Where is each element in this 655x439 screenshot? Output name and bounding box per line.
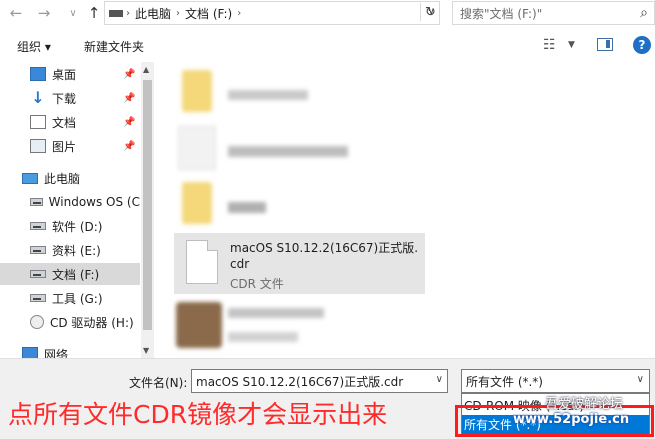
dialog-footer: 文件名(N): macOS S10.12.2(16C67)正式版.cdr ∨ 所… — [0, 358, 655, 439]
sidebar-item-cd-drive-h[interactable]: CD 驱动器 (H:) — [0, 311, 140, 333]
view-options-icon[interactable]: ☷ — [543, 37, 556, 53]
drive-icon — [30, 294, 46, 302]
pin-icon[interactable]: 📌 — [123, 117, 135, 128]
sidebar-item-label: 工具 (G:) — [52, 291, 103, 306]
preview-pane-icon[interactable] — [597, 38, 613, 51]
search-input[interactable]: 搜索"文档 (F:)" ⌕ — [452, 1, 655, 25]
navigation-pane: 桌面 📌 ↓ 下载 📌 文档 📌 图片 📌 此电脑 Windows OS (C … — [0, 62, 152, 358]
sidebar-item-network[interactable]: 网络 — [0, 343, 140, 358]
drive-icon — [30, 270, 46, 278]
drive-icon — [30, 222, 46, 230]
blurred-file-name — [228, 146, 348, 157]
breadcrumb[interactable]: › 此电脑 › 文档 (F:) › ∨ — [104, 1, 440, 25]
file-name-line2: cdr — [230, 257, 250, 271]
filename-field[interactable]: macOS S10.12.2(16C67)正式版.cdr ∨ — [191, 369, 448, 393]
pin-icon[interactable]: 📌 — [123, 93, 135, 104]
sidebar-item-label: 文档 — [52, 115, 77, 130]
command-toolbar: 组织 ▾ 新建文件夹 ☷ ▼ ? — [0, 33, 655, 59]
chevron-down-icon[interactable]: ∨ — [436, 374, 443, 385]
breadcrumb-documents-f[interactable]: 文档 (F:) — [180, 5, 237, 22]
scrollbar-thumb[interactable] — [143, 80, 152, 330]
filename-label: 文件名(N): — [129, 376, 188, 390]
sidebar-item-drive-g[interactable]: 工具 (G:) — [0, 287, 140, 309]
forward-arrow-icon[interactable]: → — [34, 3, 54, 23]
sidebar-item-label: 文档 (F:) — [52, 267, 100, 282]
sidebar-item-label: 桌面 — [52, 67, 77, 82]
file-name-line1: macOS S10.12.2(16C67)正式版. — [230, 241, 419, 255]
sidebar-item-desktop[interactable]: 桌面 📌 — [0, 63, 140, 85]
sidebar-item-documents[interactable]: 文档 📌 — [0, 111, 140, 133]
file-name: macOS S10.12.2(16C67)正式版. cdr — [230, 240, 420, 272]
address-bar: ← → ∨ ↑ › 此电脑 › 文档 (F:) › ∨ ↻ 搜索"文档 (F:)… — [0, 0, 655, 27]
refresh-icon[interactable]: ↻ — [420, 3, 440, 21]
file-list: macOS S10.12.2(16C67)正式版. cdr CDR 文件 — [156, 62, 655, 358]
blurred-file-name — [228, 90, 308, 100]
download-icon: ↓ — [31, 88, 45, 107]
cd-drive-icon — [30, 315, 44, 329]
drive-icon — [109, 9, 123, 17]
folder-icon[interactable] — [182, 70, 212, 112]
filename-value: macOS S10.12.2(16C67)正式版.cdr — [196, 374, 404, 389]
search-placeholder: 搜索"文档 (F:)" — [460, 6, 543, 21]
blurred-file-name — [228, 332, 298, 342]
computer-icon — [22, 172, 38, 184]
filetype-select[interactable]: 所有文件 (*.*) ∨ — [461, 369, 650, 393]
pin-icon[interactable]: 📌 — [123, 141, 135, 152]
image-thumbnail[interactable] — [176, 302, 222, 348]
back-arrow-icon[interactable]: ← — [6, 3, 26, 23]
navigation-scrollbar[interactable]: ▲ ▼ — [141, 62, 154, 358]
breadcrumb-this-pc[interactable]: 此电脑 — [130, 5, 176, 22]
scroll-down-icon[interactable]: ▼ — [143, 346, 149, 355]
chevron-down-icon[interactable]: ∨ — [637, 374, 644, 385]
pictures-icon — [30, 139, 46, 153]
drive-icon — [30, 198, 43, 206]
cdr-file-icon — [186, 240, 218, 284]
sidebar-item-drive-c[interactable]: Windows OS (C — [0, 191, 140, 213]
scroll-up-icon[interactable]: ▲ — [143, 65, 149, 74]
sidebar-item-downloads[interactable]: ↓ 下载 📌 — [0, 87, 140, 109]
folder-icon[interactable] — [182, 182, 212, 224]
file-icon[interactable] — [178, 126, 216, 170]
desktop-icon — [30, 67, 46, 81]
file-type: CDR 文件 — [230, 277, 284, 291]
help-icon[interactable]: ? — [633, 36, 651, 54]
blurred-file-name — [228, 202, 266, 213]
recent-locations-chevron-icon[interactable]: ∨ — [63, 3, 83, 23]
up-arrow-icon[interactable]: ↑ — [84, 3, 104, 23]
sidebar-item-drive-f[interactable]: 文档 (F:) — [0, 263, 140, 285]
sidebar-item-label: 图片 — [52, 139, 77, 154]
watermark-text: 吾爱破解论坛 — [545, 397, 624, 412]
sidebar-item-label: 资料 (E:) — [52, 243, 101, 258]
sidebar-item-pictures[interactable]: 图片 📌 — [0, 135, 140, 157]
sidebar-item-label: 此电脑 — [44, 171, 81, 186]
drive-icon — [30, 246, 46, 254]
new-folder-button[interactable]: 新建文件夹 — [84, 38, 144, 55]
network-icon — [22, 347, 38, 358]
sidebar-item-label: 下载 — [52, 91, 77, 106]
sidebar-item-drive-d[interactable]: 软件 (D:) — [0, 215, 140, 237]
sidebar-item-drive-e[interactable]: 资料 (E:) — [0, 239, 140, 261]
organize-button[interactable]: 组织 ▾ — [17, 38, 51, 55]
sidebar-item-label: 软件 (D:) — [52, 219, 103, 234]
filetype-value: 所有文件 (*.*) — [466, 374, 543, 389]
chevron-down-icon[interactable]: ▼ — [568, 40, 575, 50]
sidebar-item-this-pc[interactable]: 此电脑 — [0, 167, 140, 189]
annotation-hint: 点所有文件CDR镜像才会显示出来 — [8, 400, 388, 429]
sidebar-item-label: Windows OS (C — [48, 195, 140, 209]
watermark-url: www.52pojie.cn — [513, 412, 630, 427]
sidebar-item-label: 网络 — [44, 347, 69, 359]
search-icon[interactable]: ⌕ — [640, 5, 648, 21]
chevron-right-icon: › — [237, 7, 242, 19]
pin-icon[interactable]: 📌 — [123, 69, 135, 80]
selected-file-tile[interactable]: macOS S10.12.2(16C67)正式版. cdr CDR 文件 — [174, 233, 425, 294]
blurred-file-name — [228, 308, 324, 318]
document-icon — [30, 115, 46, 129]
sidebar-item-label: CD 驱动器 (H:) — [50, 315, 134, 330]
